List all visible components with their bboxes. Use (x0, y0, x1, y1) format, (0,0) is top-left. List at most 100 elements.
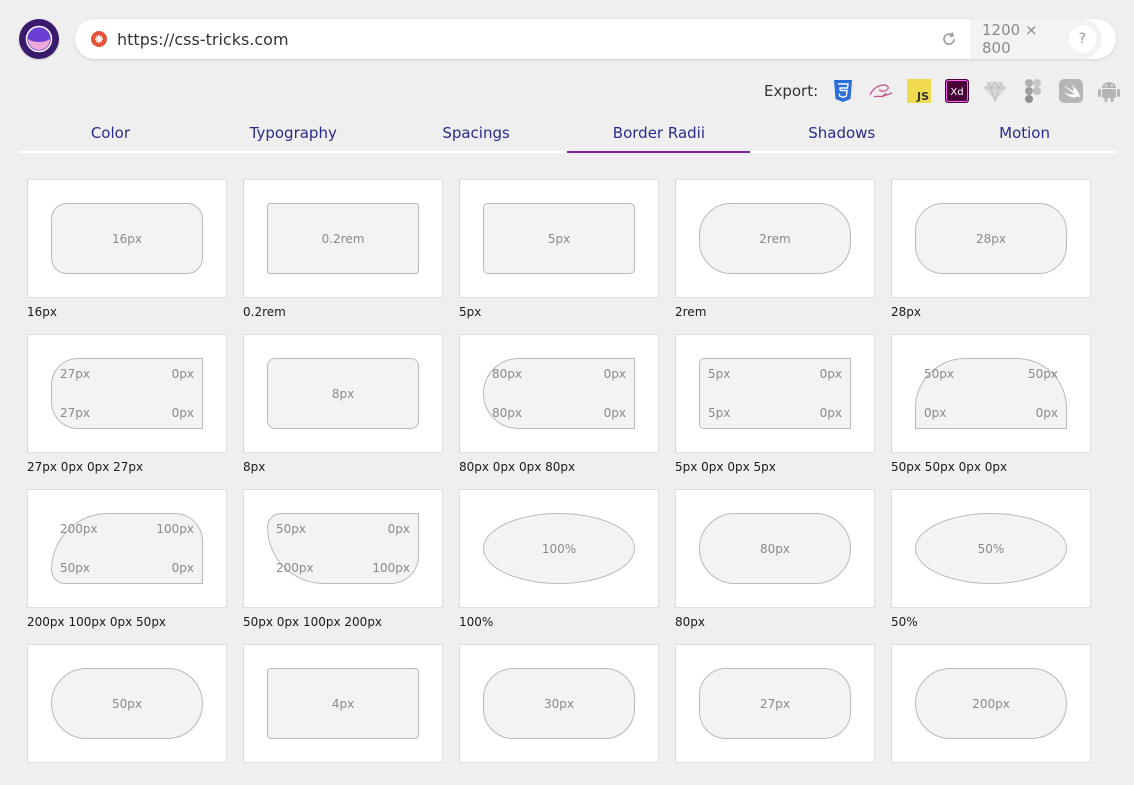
radius-card[interactable]: 30px (459, 644, 659, 783)
radius-preview-shape: 4px (267, 668, 419, 739)
app-logo[interactable] (19, 19, 59, 59)
corner-bottom-right-value: 0px (171, 561, 194, 575)
tab-color[interactable]: Color (19, 120, 202, 151)
tab-bar: Color Typography Spacings Border Radii S… (19, 120, 1116, 153)
radius-preview-value: 2rem (759, 231, 791, 246)
radius-preview-shape: 27px 0px 27px 0px (51, 358, 203, 429)
radius-preview-shape: 80px 0px 80px 0px (483, 358, 635, 429)
radius-preview-value: 30px (544, 696, 574, 711)
radius-label: 2rem (675, 305, 707, 319)
address-bar: 1200 × 800 ? (75, 19, 1116, 59)
radius-preview-shape: 50px 0px 200px 100px (267, 513, 419, 584)
radius-preview-shape: 50px 50px 0px 0px (915, 358, 1067, 429)
radius-label: 80px (675, 615, 705, 629)
radius-preview-value: 4px (331, 696, 355, 711)
radius-label: 50px 0px 100px 200px (243, 615, 383, 629)
radius-preview-frame: 80px 0px 80px 0px (459, 334, 659, 453)
android-icon[interactable] (1096, 78, 1122, 104)
corner-bottom-left-value: 80px (492, 406, 522, 420)
sass-icon[interactable] (868, 78, 894, 104)
sketch-icon[interactable] (982, 78, 1008, 104)
radius-card[interactable]: 0.2rem 0.2rem (243, 179, 443, 319)
svg-text:Xd: Xd (951, 87, 964, 98)
help-button[interactable]: ? (1068, 25, 1096, 53)
radius-card[interactable]: 27px (675, 644, 875, 783)
radius-card[interactable]: 27px 0px 27px 0px 27px 0px 0px 27px (27, 334, 227, 474)
radius-preview-frame: 8px (243, 334, 443, 453)
radius-label: 8px (243, 460, 266, 474)
radius-card[interactable]: 200px 100px 50px 0px 200px 100px 0px 50px (27, 489, 227, 629)
radius-label: 80px 0px 0px 80px (459, 460, 576, 474)
url-input[interactable] (115, 23, 929, 55)
radius-preview-frame: 200px 100px 50px 0px (27, 489, 227, 608)
radius-label (27, 769, 227, 785)
tab-border-radii[interactable]: Border Radii (567, 120, 751, 153)
radius-preview-value: 50% (977, 541, 1005, 556)
radius-preview-frame: 27px 0px 27px 0px (27, 334, 227, 453)
corner-top-right-value: 0px (387, 522, 410, 536)
radius-card[interactable]: 16px 16px (27, 179, 227, 319)
radius-preview-shape: 27px (699, 668, 851, 739)
corner-bottom-right-value: 0px (603, 406, 626, 420)
tab-typography[interactable]: Typography (202, 120, 385, 151)
corner-bottom-left-value: 50px (60, 561, 90, 575)
radius-label: 27px 0px 0px 27px (27, 460, 144, 474)
corner-top-right-value: 0px (171, 367, 194, 381)
radius-preview-shape: 5px 0px 5px 0px (699, 358, 851, 429)
radius-card[interactable]: 5px 5px (459, 179, 659, 319)
radius-label: 5px (459, 305, 482, 319)
corner-top-left-value: 5px (708, 367, 731, 381)
radius-preview-frame: 16px (27, 179, 227, 298)
radius-preview-frame: 28px (891, 179, 1091, 298)
radius-card[interactable]: 80px 0px 80px 0px 80px 0px 0px 80px (459, 334, 659, 474)
radius-preview-value: 50px (112, 696, 142, 711)
radius-preview-shape: 0.2rem (267, 203, 419, 274)
radius-card[interactable]: 100% 100% (459, 489, 659, 629)
svg-text:JS: JS (916, 90, 929, 103)
radius-label: 100% (459, 615, 494, 629)
radius-card[interactable]: 80px 80px (675, 489, 875, 629)
figma-icon[interactable] (1020, 78, 1046, 104)
javascript-icon[interactable]: JS (906, 78, 932, 104)
radius-preview-shape: 200px (915, 668, 1067, 739)
corner-bottom-left-value: 0px (924, 406, 947, 420)
radius-preview-frame: 100% (459, 489, 659, 608)
radius-card[interactable]: 8px 8px (243, 334, 443, 474)
radius-card[interactable]: 50% 50% (891, 489, 1091, 629)
radius-preview-value: 0.2rem (321, 231, 365, 246)
radius-label: 50px 50px 0px 0px (891, 460, 1008, 474)
radius-card[interactable]: 50px 50px 0px 0px 50px 50px 0px 0px (891, 334, 1091, 474)
radius-preview-value: 5px (547, 231, 571, 246)
radius-card[interactable]: 5px 0px 5px 0px 5px 0px 0px 5px (675, 334, 875, 474)
tab-shadows[interactable]: Shadows (750, 120, 933, 151)
radius-preview-value: 28px (976, 231, 1006, 246)
radius-preview-value: 16px (112, 231, 142, 246)
radius-label (675, 769, 875, 785)
radius-label (891, 769, 1091, 785)
radius-preview-frame: 4px (243, 644, 443, 763)
radius-preview-shape: 30px (483, 668, 635, 739)
radius-preview-frame: 50px (27, 644, 227, 763)
radius-preview-shape: 5px (483, 203, 635, 274)
radius-card[interactable]: 50px (27, 644, 227, 783)
radius-preview-value: 8px (331, 386, 355, 401)
radius-card[interactable]: 2rem 2rem (675, 179, 875, 319)
radius-preview-shape: 80px (699, 513, 851, 584)
radius-card[interactable]: 200px (891, 644, 1091, 783)
corner-top-right-value: 0px (603, 367, 626, 381)
corner-top-right-value: 50px (1028, 367, 1058, 381)
reload-icon[interactable] (939, 29, 959, 49)
radius-label: 16px (27, 305, 57, 319)
css3-icon[interactable] (830, 78, 856, 104)
adobe-xd-icon[interactable]: Xd (944, 78, 970, 104)
tab-spacings[interactable]: Spacings (385, 120, 568, 151)
radius-card[interactable]: 50px 0px 200px 100px 50px 0px 100px 200px (243, 489, 443, 629)
radius-preview-shape: 16px (51, 203, 203, 274)
radius-card[interactable]: 28px 28px (891, 179, 1091, 319)
swift-icon[interactable] (1058, 78, 1084, 104)
corner-top-left-value: 27px (60, 367, 90, 381)
radius-card[interactable]: 4px (243, 644, 443, 783)
viewport-size[interactable]: 1200 × 800 ? (970, 19, 1102, 59)
corner-bottom-right-value: 0px (819, 406, 842, 420)
tab-motion[interactable]: Motion (933, 120, 1116, 151)
